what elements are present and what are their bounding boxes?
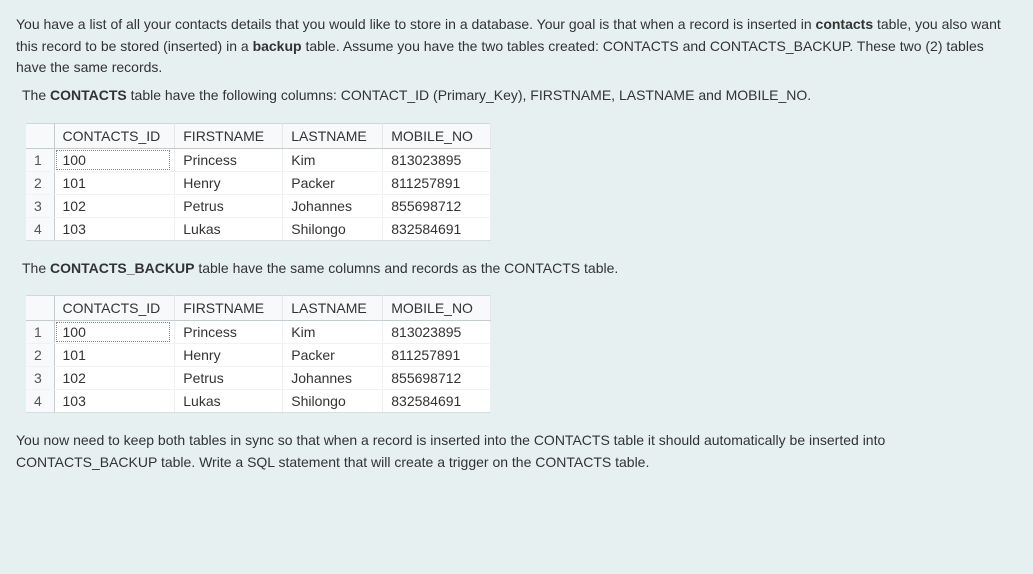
- cell-contacts-id: 102: [54, 194, 175, 217]
- table-row: 3 102 Petrus Johannes 855698712: [26, 367, 491, 390]
- table-row: 1 100 Princess Kim 813023895: [26, 148, 491, 171]
- col-header-lastname: LASTNAME: [283, 123, 383, 148]
- cell-contacts-id: 101: [54, 344, 175, 367]
- cell-contacts-id: 101: [54, 171, 175, 194]
- cell-firstname: Petrus: [175, 194, 283, 217]
- cell-firstname: Henry: [175, 171, 283, 194]
- cell-mobile-no: 855698712: [383, 367, 491, 390]
- cell-lastname: Shilongo: [283, 217, 383, 240]
- table-row: 1 100 Princess Kim 813023895: [26, 321, 491, 344]
- cell-lastname: Packer: [283, 344, 383, 367]
- col-header-mobile-no: MOBILE_NO: [383, 123, 491, 148]
- col-header-firstname: FIRSTNAME: [175, 296, 283, 321]
- row-number-header: [26, 123, 54, 148]
- cell-contacts-id: 102: [54, 367, 175, 390]
- cell-lastname: Kim: [283, 148, 383, 171]
- table-row: 2 101 Henry Packer 811257891: [26, 344, 491, 367]
- cell-firstname: Lukas: [175, 217, 283, 240]
- bold-contacts-backup-table: CONTACTS_BACKUP: [50, 260, 194, 276]
- text: The: [22, 260, 50, 276]
- contacts-backup-table: CONTACTS_ID FIRSTNAME LASTNAME MOBILE_NO…: [26, 295, 491, 413]
- cell-firstname: Princess: [175, 321, 283, 344]
- cell-firstname: Petrus: [175, 367, 283, 390]
- col-header-contacts-id: CONTACTS_ID: [54, 296, 175, 321]
- col-header-lastname: LASTNAME: [283, 296, 383, 321]
- bold-contacts-table: CONTACTS: [50, 87, 127, 103]
- bold-contacts: contacts: [816, 16, 874, 32]
- cell-mobile-no: 811257891: [383, 344, 491, 367]
- row-number: 4: [26, 390, 54, 413]
- table-row: 3 102 Petrus Johannes 855698712: [26, 194, 491, 217]
- row-number: 4: [26, 217, 54, 240]
- cell-contacts-id: 103: [54, 217, 175, 240]
- table-header-row: CONTACTS_ID FIRSTNAME LASTNAME MOBILE_NO: [26, 296, 491, 321]
- table-row: 4 103 Lukas Shilongo 832584691: [26, 217, 491, 240]
- task-paragraph: You now need to keep both tables in sync…: [16, 430, 1017, 473]
- contacts-table: CONTACTS_ID FIRSTNAME LASTNAME MOBILE_NO…: [26, 123, 491, 241]
- row-number: 2: [26, 171, 54, 194]
- text: You have a list of all your contacts det…: [16, 16, 816, 32]
- contacts-backup-paragraph: The CONTACTS_BACKUP table have the same …: [16, 258, 1017, 280]
- col-header-firstname: FIRSTNAME: [175, 123, 283, 148]
- cell-lastname: Kim: [283, 321, 383, 344]
- contacts-columns-paragraph: The CONTACTS table have the following co…: [16, 85, 1017, 107]
- table-header-row: CONTACTS_ID FIRSTNAME LASTNAME MOBILE_NO: [26, 123, 491, 148]
- cell-lastname: Johannes: [283, 194, 383, 217]
- col-header-contacts-id: CONTACTS_ID: [54, 123, 175, 148]
- table-row: 4 103 Lukas Shilongo 832584691: [26, 390, 491, 413]
- row-number: 1: [26, 321, 54, 344]
- row-number: 3: [26, 367, 54, 390]
- cell-mobile-no: 855698712: [383, 194, 491, 217]
- text: The: [22, 87, 50, 103]
- row-number: 1: [26, 148, 54, 171]
- cell-mobile-no: 832584691: [383, 217, 491, 240]
- cell-mobile-no: 832584691: [383, 390, 491, 413]
- cell-lastname: Johannes: [283, 367, 383, 390]
- cell-firstname: Princess: [175, 148, 283, 171]
- table-row: 2 101 Henry Packer 811257891: [26, 171, 491, 194]
- cell-contacts-id: 103: [54, 390, 175, 413]
- cell-firstname: Lukas: [175, 390, 283, 413]
- col-header-mobile-no: MOBILE_NO: [383, 296, 491, 321]
- text: table have the same columns and records …: [194, 260, 618, 276]
- cell-contacts-id: 100: [54, 148, 175, 171]
- bold-backup: backup: [253, 38, 302, 54]
- cell-lastname: Packer: [283, 171, 383, 194]
- row-number: 2: [26, 344, 54, 367]
- cell-mobile-no: 813023895: [383, 148, 491, 171]
- text: You now need to keep both tables in sync…: [16, 432, 885, 470]
- cell-mobile-no: 811257891: [383, 171, 491, 194]
- cell-contacts-id: 100: [54, 321, 175, 344]
- cell-lastname: Shilongo: [283, 390, 383, 413]
- intro-paragraph: You have a list of all your contacts det…: [16, 14, 1017, 79]
- text: table have the following columns: CONTAC…: [127, 87, 811, 103]
- row-number: 3: [26, 194, 54, 217]
- cell-mobile-no: 813023895: [383, 321, 491, 344]
- row-number-header: [26, 296, 54, 321]
- cell-firstname: Henry: [175, 344, 283, 367]
